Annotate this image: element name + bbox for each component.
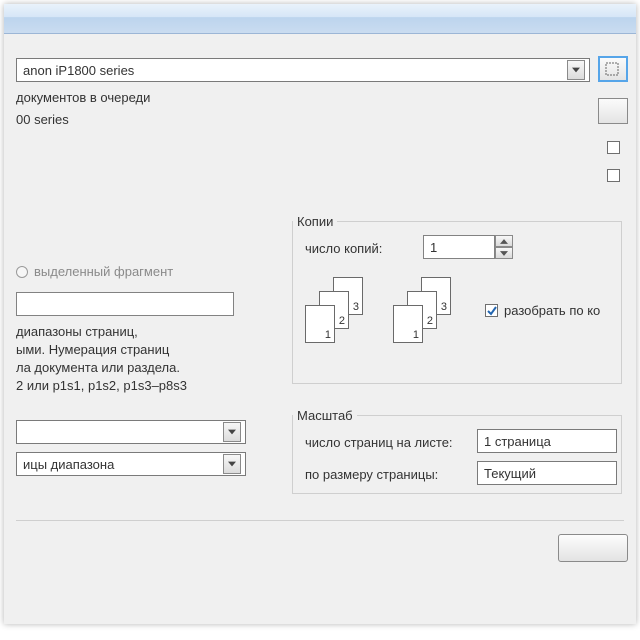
copies-count-value: 1: [423, 235, 495, 259]
zoom-group: Масштаб число страниц на листе: 1 страни…: [292, 408, 622, 494]
copies-group: Копии число копий: 1 3 2 1 3 2 1: [292, 214, 622, 384]
range-selection-radio: выделенный фрагмент: [16, 264, 173, 279]
scale-to-paper-select[interactable]: Текущий: [477, 461, 617, 485]
range-help-4: 2 или p1s1, p1s2, p1s3–p8s3: [16, 378, 276, 393]
range-help-3: ла документа или раздела.: [16, 360, 276, 375]
chevron-down-icon: [567, 60, 585, 80]
print-range-pages-select[interactable]: ицы диапазона: [16, 452, 246, 476]
dialog-button[interactable]: [558, 534, 628, 562]
chevron-down-icon: [223, 454, 241, 474]
chevron-down-icon: [223, 422, 241, 442]
spinner-up-button[interactable]: [495, 235, 513, 247]
copies-group-title: Копии: [293, 214, 337, 229]
scale-to-paper-value: Текущий: [484, 466, 612, 481]
radio-bullet-icon: [16, 266, 28, 278]
document-icon: [604, 61, 622, 77]
pages-per-sheet-label: число страниц на листе:: [305, 435, 453, 450]
range-help-2: ыми. Нумерация страниц: [16, 342, 276, 357]
scale-to-paper-label: по размеру страницы:: [305, 467, 438, 482]
range-help-1: диапазоны страниц,: [16, 324, 276, 339]
window-titlebar: [4, 4, 636, 34]
range-selection-label: выделенный фрагмент: [34, 264, 173, 279]
checkbox-box: [485, 304, 498, 317]
page-range-input[interactable]: [16, 292, 234, 316]
collate-checkbox[interactable]: разобрать по ко: [485, 303, 600, 318]
print-range-pages-value: ицы диапазона: [23, 457, 219, 472]
option-check-1[interactable]: [598, 134, 628, 160]
separator: [16, 520, 624, 521]
copies-count-spinner[interactable]: 1: [423, 235, 513, 259]
pages-per-sheet-value: 1 страница: [484, 434, 612, 449]
copies-count-label: число копий:: [305, 241, 382, 256]
zoom-group-title: Масштаб: [293, 408, 357, 423]
collate-illustration-2: 3 2 1: [393, 277, 469, 349]
print-what-select[interactable]: [16, 420, 246, 444]
option-check-2[interactable]: [598, 162, 628, 188]
printer-type-label: 00 series: [16, 112, 624, 127]
printer-select-value: anon iP1800 series: [23, 63, 563, 78]
collate-label: разобрать по ко: [504, 303, 600, 318]
printer-select[interactable]: anon iP1800 series: [16, 58, 590, 82]
checkmark-icon: [487, 306, 497, 316]
printer-status-label: документов в очереди: [16, 90, 624, 105]
collate-illustration-1: 3 2 1: [305, 277, 381, 349]
properties-button[interactable]: [598, 56, 628, 82]
spinner-down-button[interactable]: [495, 247, 513, 259]
pages-per-sheet-select[interactable]: 1 страница: [477, 429, 617, 453]
